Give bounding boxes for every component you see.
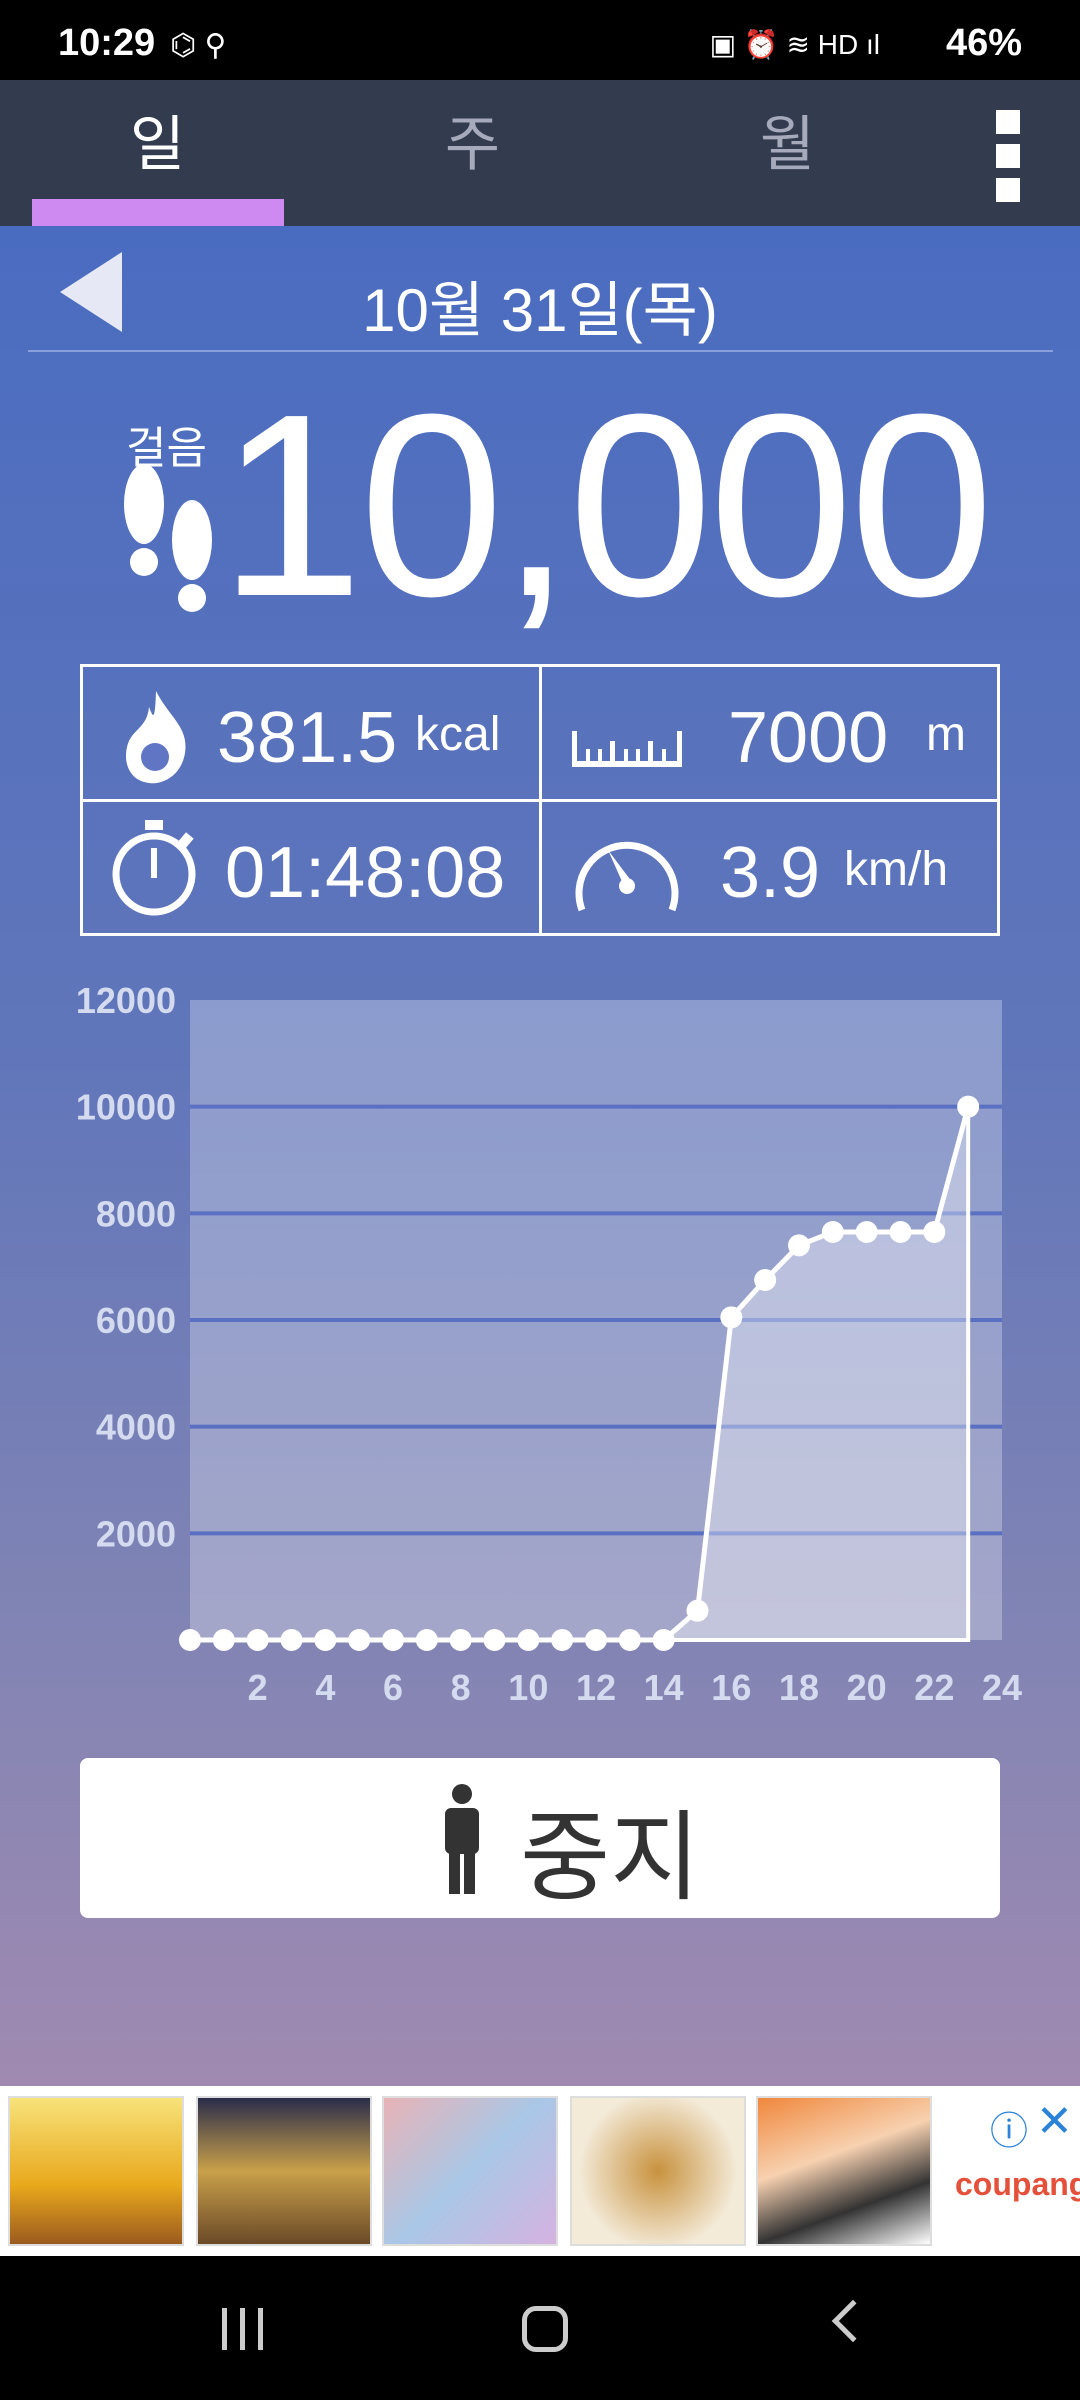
data-point	[314, 1629, 337, 1651]
data-point	[415, 1629, 438, 1651]
data-point	[585, 1629, 607, 1651]
data-point	[246, 1629, 269, 1651]
ad-banner[interactable]: ⓘ ✕ coupang	[0, 2086, 1080, 2256]
x-tick-label: 22	[914, 1667, 954, 1708]
duration-value: 01:48:08	[225, 833, 506, 913]
data-point	[652, 1629, 675, 1651]
x-tick-label: 12	[576, 1667, 616, 1708]
stop-button[interactable]: 중지	[80, 1758, 1000, 1918]
x-tick-label: 20	[847, 1667, 887, 1708]
tab-bar: 일 주 월	[0, 80, 1080, 226]
data-point	[686, 1599, 709, 1622]
data-point	[517, 1629, 540, 1651]
y-tick-label: 8000	[96, 1193, 176, 1234]
calories-value: 381.5	[217, 698, 398, 778]
distance-unit: m	[926, 708, 966, 761]
data-point	[754, 1269, 777, 1291]
x-tick-label: 10	[508, 1667, 548, 1708]
status-left-icons: ⌬ ⚲	[170, 29, 227, 62]
status-bar: 10:29 ⌬ ⚲ ▣ ⏰ ≋ HD ıl 46%	[0, 0, 1080, 80]
battery-level: 46%	[945, 22, 1022, 64]
flame-icon	[125, 691, 186, 784]
distance-value: 7000	[728, 698, 889, 778]
back-icon[interactable]	[831, 2299, 875, 2343]
y-tick-label: 2000	[96, 1513, 176, 1554]
ad-thumbnail[interactable]	[570, 2096, 746, 2246]
ad-thumbnail[interactable]	[8, 2096, 184, 2246]
speedometer-icon	[575, 841, 679, 912]
speed-value: 3.9	[720, 833, 821, 913]
x-tick-label: 2	[248, 1667, 268, 1708]
y-tick-label: 10000	[76, 1087, 176, 1128]
ad-info-icon[interactable]: ⓘ	[990, 2100, 1028, 2155]
speed-unit: km/h	[844, 843, 949, 896]
data-point	[179, 1629, 201, 1651]
x-tick-label: 24	[982, 1667, 1022, 1708]
x-tick-label: 8	[451, 1667, 471, 1708]
data-point	[821, 1221, 844, 1243]
ruler-icon	[572, 731, 682, 767]
date-title: 10월 31일(목)	[362, 277, 718, 344]
divider	[28, 350, 1053, 352]
ad-thumbnail[interactable]	[196, 2096, 372, 2246]
data-point	[348, 1629, 371, 1651]
calories-unit: kcal	[415, 708, 501, 761]
x-tick-label: 6	[383, 1667, 403, 1708]
active-tab-indicator	[32, 199, 284, 226]
ad-brand-logo: coupang	[955, 2166, 1080, 2202]
data-point	[957, 1095, 980, 1118]
system-nav-bar	[0, 2256, 1080, 2400]
more-menu-icon[interactable]	[986, 110, 1034, 202]
calories-cell: 381.5 kcal	[83, 667, 539, 801]
status-time: 10:29	[58, 22, 156, 64]
distance-cell: 7000 m	[542, 667, 998, 801]
data-point	[618, 1629, 641, 1651]
stop-label: 중지	[520, 1802, 701, 1912]
data-point	[212, 1629, 235, 1651]
steps-count: 10,000	[218, 361, 994, 651]
ad-thumbnail[interactable]	[756, 2096, 932, 2246]
data-point	[483, 1629, 506, 1651]
person-icon	[445, 1784, 479, 1894]
x-tick-label: 4	[315, 1667, 335, 1708]
data-point	[923, 1221, 946, 1243]
tab-month[interactable]: 월	[630, 80, 945, 226]
duration-cell: 01:48:08	[83, 802, 539, 936]
ad-close-icon[interactable]: ✕	[1036, 2096, 1073, 2147]
ad-thumbnail[interactable]	[382, 2096, 558, 2246]
footprints-icon	[124, 464, 212, 612]
data-point	[449, 1629, 472, 1651]
x-tick-label: 14	[644, 1667, 684, 1708]
data-point	[855, 1221, 878, 1243]
main-panel: 10월 31일(목) 걸음 10,000 381.5 kcal 7000 m 0…	[0, 226, 1080, 2086]
data-point	[788, 1234, 810, 1257]
tab-week[interactable]: 주	[315, 80, 630, 226]
home-icon[interactable]	[522, 2306, 568, 2352]
x-tick-label: 18	[779, 1667, 819, 1708]
data-point	[720, 1306, 743, 1329]
speed-cell: 3.9 km/h	[542, 802, 998, 936]
recent-apps-icon[interactable]	[222, 2308, 266, 2350]
y-tick-label: 4000	[96, 1407, 176, 1448]
data-point	[280, 1629, 303, 1651]
stopwatch-icon	[112, 820, 196, 916]
stats-grid: 381.5 kcal 7000 m 01:48:08 3.9 km/h	[80, 664, 1000, 936]
data-point	[551, 1629, 574, 1651]
data-point	[382, 1629, 404, 1651]
y-tick-label: 6000	[96, 1300, 176, 1341]
y-tick-label: 12000	[76, 980, 176, 1021]
x-tick-label: 16	[711, 1667, 751, 1708]
status-right-icons: ▣ ⏰ ≋ HD ıl	[709, 29, 880, 60]
data-point	[889, 1221, 912, 1243]
